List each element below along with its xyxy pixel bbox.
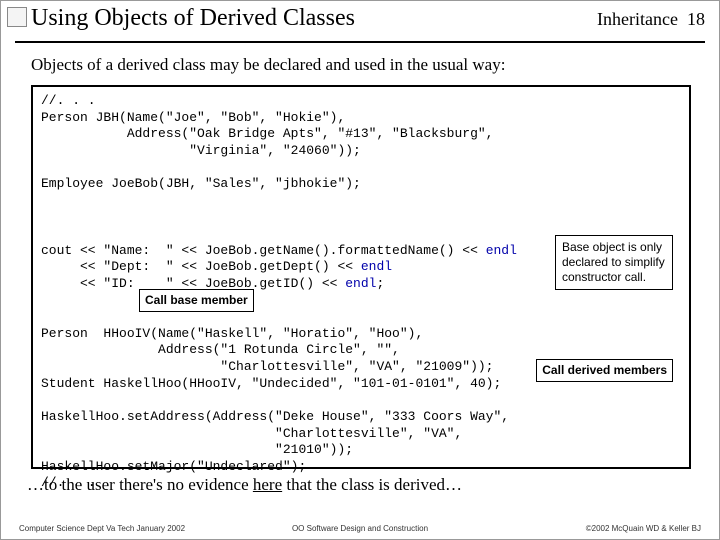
code-line: Person HHooIV(Name("Haskell", "Horatio",… xyxy=(41,326,423,341)
underlined-here: here xyxy=(253,475,282,494)
slide-title: Using Objects of Derived Classes xyxy=(31,5,355,32)
callout-call-derived: Call derived members xyxy=(536,359,673,382)
code-box: //. . . Person JBH(Name("Joe", "Bob", "H… xyxy=(31,85,691,469)
code-line: Student HaskellHoo(HHooIV, "Undecided", … xyxy=(41,376,501,391)
code-line: HaskellHoo.setMajor("Undeclared"); xyxy=(41,459,306,474)
code-line: "Charlottesville", "VA", "21009")); xyxy=(41,359,493,374)
code-line: HaskellHoo.setAddress(Address("Deke Hous… xyxy=(41,409,509,424)
page-number: 18 xyxy=(687,9,705,29)
header: Using Objects of Derived Classes Inherit… xyxy=(31,5,705,39)
code-line: Person JBH(Name("Joe", "Bob", "Hokie"), xyxy=(41,110,345,125)
callout-call-base: Call base member xyxy=(139,289,254,312)
code-line: Address("Oak Bridge Apts", "#13", "Black… xyxy=(41,126,493,141)
code-line: Employee JoeBob(JBH, "Sales", "jbhokie")… xyxy=(41,176,361,191)
callout-base-object: Base object is only declared to simplify… xyxy=(555,235,673,290)
slide: Using Objects of Derived Classes Inherit… xyxy=(0,0,720,540)
header-right: Inheritance 18 xyxy=(597,9,705,30)
footer-right: ©2002 McQuain WD & Keller BJ xyxy=(586,524,701,533)
intro-text: Objects of a derived class may be declar… xyxy=(31,55,505,75)
code-line: << "Dept: " << JoeBob.getDept() << endl xyxy=(41,259,392,274)
keyword-endl: endl xyxy=(486,243,517,258)
code-line: //. . . xyxy=(41,93,96,108)
header-rule xyxy=(15,41,705,43)
footer: Computer Science Dept Va Tech January 20… xyxy=(1,519,719,533)
code-block: //. . . Person JBH(Name("Joe", "Bob", "H… xyxy=(41,93,681,492)
keyword-endl: endl xyxy=(361,259,392,274)
code-line: "Virginia", "24060")); xyxy=(41,143,361,158)
corner-decoration xyxy=(7,7,27,27)
keyword-endl: endl xyxy=(345,276,376,291)
section-name: Inheritance xyxy=(597,9,678,29)
outro-text: …to the user there's no evidence here th… xyxy=(27,475,462,495)
code-line: "Charlottesville", "VA", xyxy=(41,426,462,441)
code-line: cout << "Name: " << JoeBob.getName().for… xyxy=(41,243,517,258)
code-line: "21010")); xyxy=(41,442,353,457)
code-line: Address("1 Rotunda Circle", "", xyxy=(41,342,400,357)
